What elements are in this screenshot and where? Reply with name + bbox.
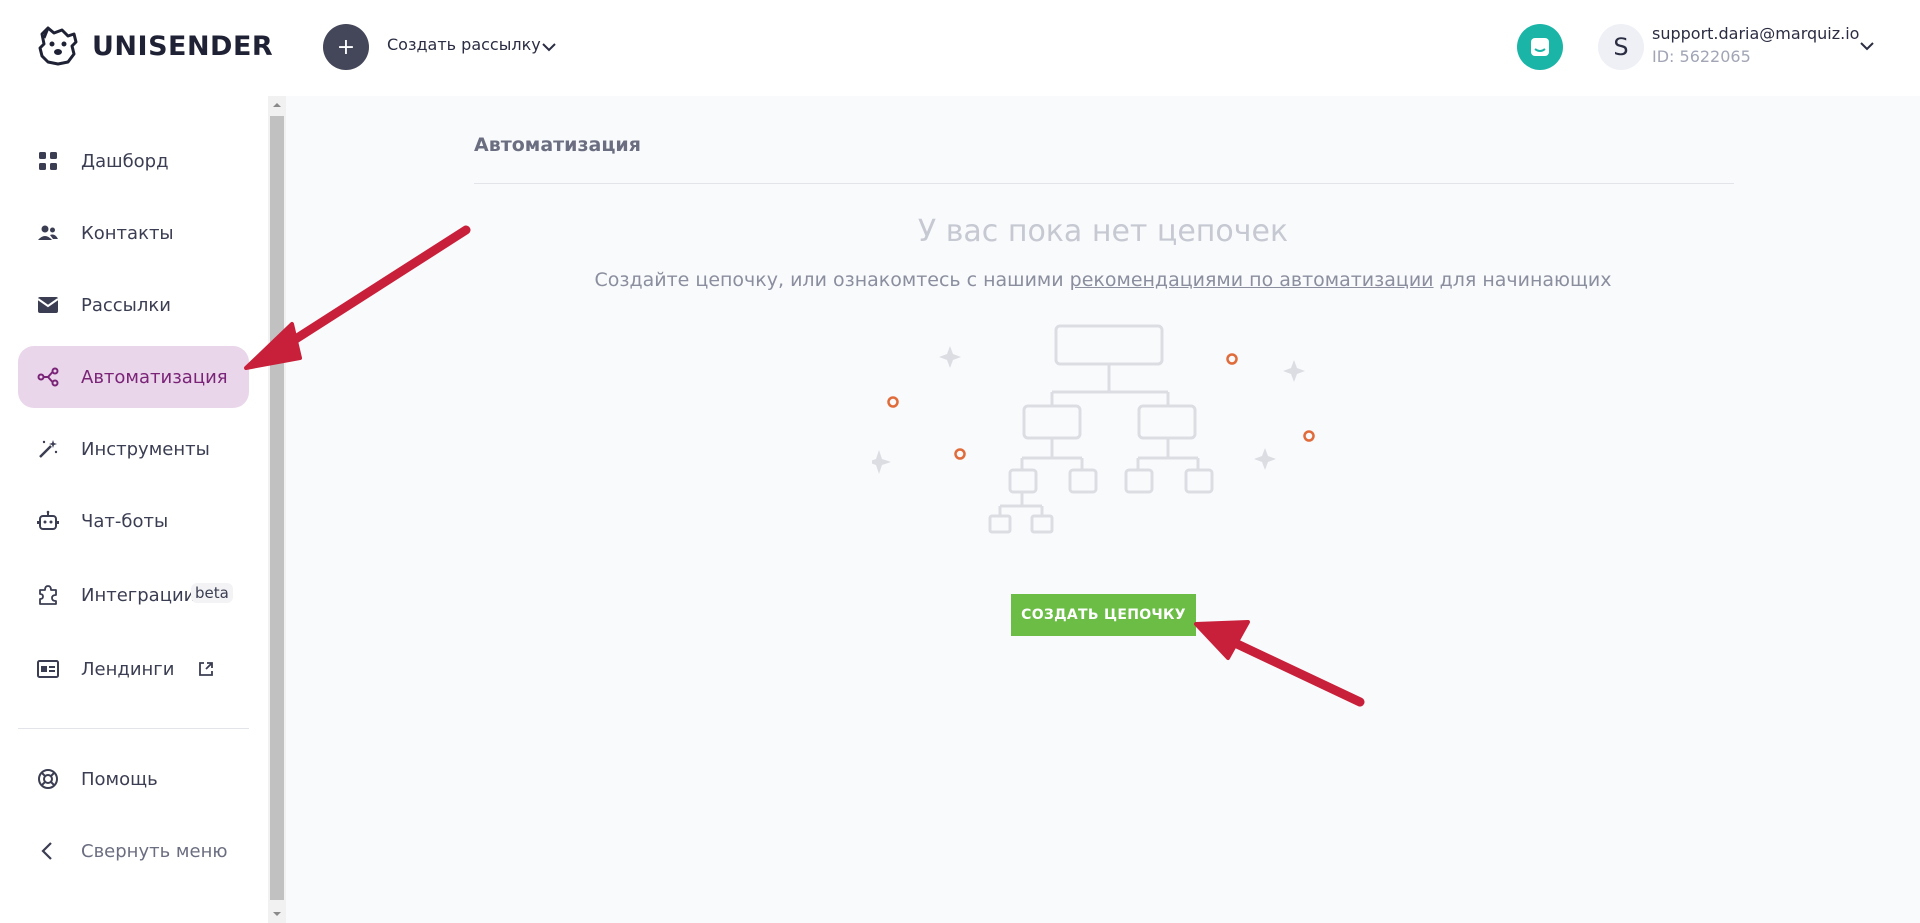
account-email[interactable]: support.daria@marquiz.io bbox=[1652, 24, 1859, 43]
robot-icon bbox=[37, 510, 59, 530]
sidebar-item-label: Инструменты bbox=[81, 438, 210, 460]
main-content: Автоматизация У вас пока нет цепочек Соз… bbox=[286, 96, 1920, 923]
sidebar-item-label: Лендинги bbox=[81, 658, 175, 680]
scroll-up-arrow-icon[interactable] bbox=[272, 100, 282, 110]
page-title: Автоматизация bbox=[474, 134, 641, 156]
sidebar-item-label: Контакты bbox=[81, 222, 174, 244]
brand-name: UNISENDER bbox=[92, 30, 274, 62]
sidebar-item-integrations[interactable]: Интеграции beta bbox=[18, 564, 249, 626]
annotation-arrow-to-create-button bbox=[1194, 620, 1365, 707]
sidebar-divider bbox=[18, 728, 249, 729]
sidebar-item-campaigns[interactable]: Рассылки bbox=[18, 274, 249, 336]
automation-icon bbox=[37, 367, 59, 387]
empty-state-heading: У вас пока нет цепочек bbox=[917, 214, 1289, 249]
sidebar-item-label: Автоматизация bbox=[81, 366, 228, 388]
top-header: UNISENDER + Создать рассылку S support.d… bbox=[0, 0, 1920, 96]
sidebar-item-automation[interactable]: Автоматизация bbox=[18, 346, 249, 408]
collapse-menu-button[interactable]: Свернуть меню bbox=[18, 820, 249, 882]
sidebar-item-help[interactable]: Помощь bbox=[18, 748, 249, 810]
annotation-arrow-to-automation bbox=[244, 225, 471, 370]
account-menu-chevron-icon[interactable] bbox=[1855, 34, 1879, 58]
chevron-down-icon[interactable] bbox=[538, 36, 560, 58]
landing-icon bbox=[37, 660, 59, 678]
chat-button[interactable] bbox=[1517, 24, 1563, 70]
sidebar-item-chatbots[interactable]: Чат-боты bbox=[18, 490, 249, 552]
create-chain-button[interactable]: СОЗДАТЬ ЦЕПОЧКУ bbox=[1011, 594, 1196, 636]
create-campaign-button[interactable]: + bbox=[323, 24, 369, 70]
automation-guide-link[interactable]: рекомендациями по автоматизации bbox=[1070, 269, 1434, 291]
brand-logo[interactable]: UNISENDER bbox=[34, 24, 273, 68]
mail-icon bbox=[37, 297, 59, 313]
account-id: ID: 5622065 bbox=[1652, 47, 1751, 66]
sidebar-item-label: Рассылки bbox=[81, 294, 171, 316]
sidebar-item-tools[interactable]: Инструменты bbox=[18, 418, 249, 480]
title-divider bbox=[474, 183, 1734, 184]
description-text-end: для начинающих bbox=[1433, 269, 1612, 291]
sidebar-item-label: Свернуть меню bbox=[81, 840, 228, 862]
sidebar-item-label: Помощь bbox=[81, 768, 158, 790]
sidebar-item-label: Чат-боты bbox=[81, 510, 169, 532]
help-icon bbox=[38, 769, 58, 789]
dashboard-icon bbox=[39, 152, 57, 170]
scroll-down-arrow-icon[interactable] bbox=[272, 909, 282, 919]
sidebar-item-dashboard[interactable]: Дашборд bbox=[18, 130, 249, 192]
sidebar-item-label: Интеграции bbox=[81, 584, 196, 606]
dog-mascot-icon bbox=[38, 26, 78, 66]
avatar-letter: S bbox=[1613, 33, 1629, 61]
empty-state-description: Создайте цепочку, или ознакомтесь с наши… bbox=[286, 269, 1920, 291]
sidebar: Дашборд Контакты Рассылки Автоматизация … bbox=[0, 96, 268, 923]
chat-icon bbox=[1531, 38, 1549, 56]
sidebar-item-landings[interactable]: Лендинги bbox=[18, 638, 249, 700]
puzzle-icon bbox=[39, 585, 57, 605]
external-link-icon bbox=[199, 662, 213, 676]
description-text: Создайте цепочку, или ознакомтесь с наши… bbox=[594, 269, 1070, 291]
create-campaign-label[interactable]: Создать рассылку bbox=[387, 35, 541, 54]
sidebar-item-label: Дашборд bbox=[81, 150, 169, 172]
magic-wand-icon bbox=[39, 440, 58, 458]
chevron-left-icon bbox=[41, 842, 52, 860]
contacts-icon bbox=[38, 225, 58, 240]
plus-icon: + bbox=[336, 34, 356, 60]
sidebar-item-contacts[interactable]: Контакты bbox=[18, 202, 249, 264]
avatar[interactable]: S bbox=[1598, 24, 1644, 70]
beta-badge: beta bbox=[191, 583, 233, 603]
